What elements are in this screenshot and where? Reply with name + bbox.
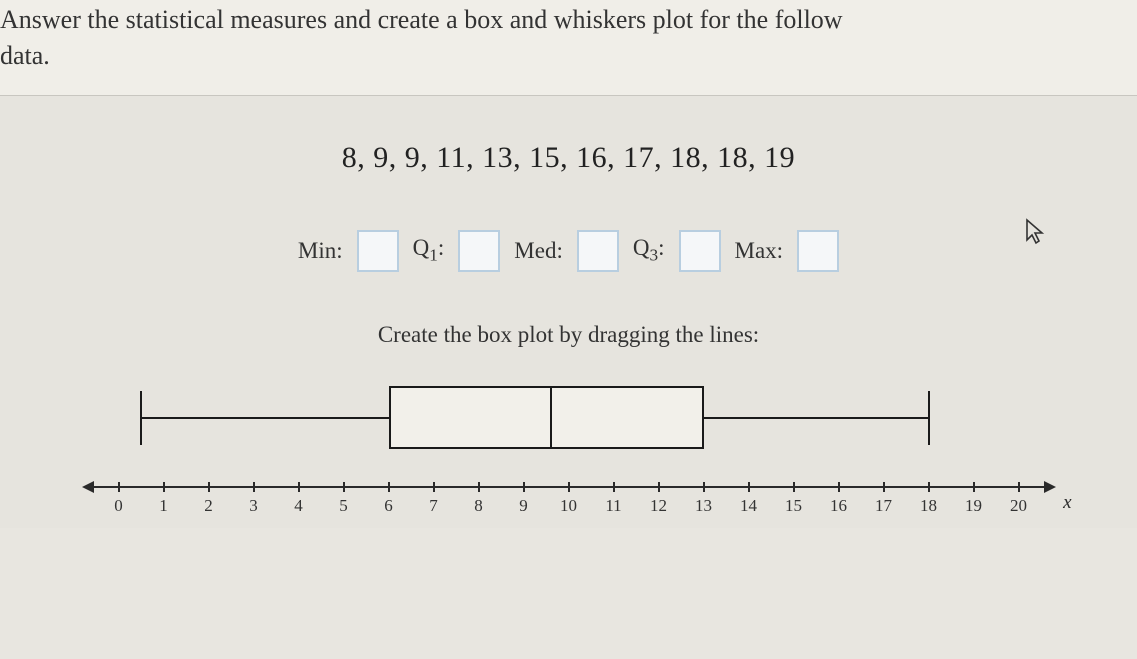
tick	[928, 482, 930, 492]
min-handle[interactable]	[140, 391, 142, 445]
tick	[388, 482, 390, 492]
tick-label: 14	[740, 496, 757, 516]
tick	[163, 482, 165, 492]
tick-label: 10	[560, 496, 577, 516]
tick	[793, 482, 795, 492]
tick-label: 4	[294, 496, 303, 516]
boxplot-chart[interactable]	[119, 373, 1019, 463]
tick	[478, 482, 480, 492]
measures-row: Min: Q1: Med: Q3: Max:	[0, 230, 1137, 272]
tick-label: 6	[384, 496, 393, 516]
tick	[253, 482, 255, 492]
tick-label: 16	[830, 496, 847, 516]
tick	[973, 482, 975, 492]
whisker-right[interactable]	[704, 417, 929, 419]
cursor-icon	[1025, 218, 1047, 253]
instruction-text: Answer the statistical measures and crea…	[0, 0, 1137, 75]
tick-label: 19	[965, 496, 982, 516]
tick	[1018, 482, 1020, 492]
axis-arrow-right-icon	[1044, 481, 1056, 493]
med-input[interactable]	[577, 230, 619, 272]
tick	[208, 482, 210, 492]
tick-label: 7	[429, 496, 438, 516]
instruction-line1: Answer the statistical measures and crea…	[0, 5, 843, 34]
med-label: Med:	[514, 238, 563, 264]
whisker-left[interactable]	[141, 417, 389, 419]
tick-label: 12	[650, 496, 667, 516]
max-label: Max:	[735, 238, 784, 264]
min-input[interactable]	[357, 230, 399, 272]
tick	[298, 482, 300, 492]
tick-label: 18	[920, 496, 937, 516]
tick-label: 5	[339, 496, 348, 516]
tick-label: 13	[695, 496, 712, 516]
tick	[343, 482, 345, 492]
min-label: Min:	[298, 238, 343, 264]
tick-label: 15	[785, 496, 802, 516]
iqr-box[interactable]	[389, 386, 704, 449]
drag-instruction: Create the box plot by dragging the line…	[0, 322, 1137, 348]
tick-label: 9	[519, 496, 528, 516]
tick-label: 11	[605, 496, 621, 516]
tick	[523, 482, 525, 492]
instruction-line2: data.	[0, 41, 50, 70]
tick	[433, 482, 435, 492]
number-line-axis: x 01234567891011121314151617181920	[84, 478, 1054, 528]
tick	[838, 482, 840, 492]
tick-label: 3	[249, 496, 258, 516]
q3-label: Q3:	[633, 235, 665, 266]
axis-arrow-left-icon	[82, 481, 94, 493]
median-handle[interactable]	[550, 386, 552, 449]
q1-input[interactable]	[458, 230, 500, 272]
tick	[118, 482, 120, 492]
tick	[613, 482, 615, 492]
q1-label: Q1:	[413, 235, 445, 266]
max-handle[interactable]	[928, 391, 930, 445]
tick	[883, 482, 885, 492]
tick-label: 0	[114, 496, 123, 516]
tick-label: 20	[1010, 496, 1027, 516]
tick	[703, 482, 705, 492]
tick	[748, 482, 750, 492]
tick-label: 1	[159, 496, 168, 516]
tick-label: 2	[204, 496, 213, 516]
tick	[658, 482, 660, 492]
q3-input[interactable]	[679, 230, 721, 272]
max-input[interactable]	[797, 230, 839, 272]
tick-label: 8	[474, 496, 483, 516]
axis-x-label: x	[1063, 492, 1071, 514]
data-values: 8, 9, 9, 11, 13, 15, 16, 17, 18, 18, 19	[0, 141, 1137, 175]
tick-label: 17	[875, 496, 892, 516]
tick	[568, 482, 570, 492]
